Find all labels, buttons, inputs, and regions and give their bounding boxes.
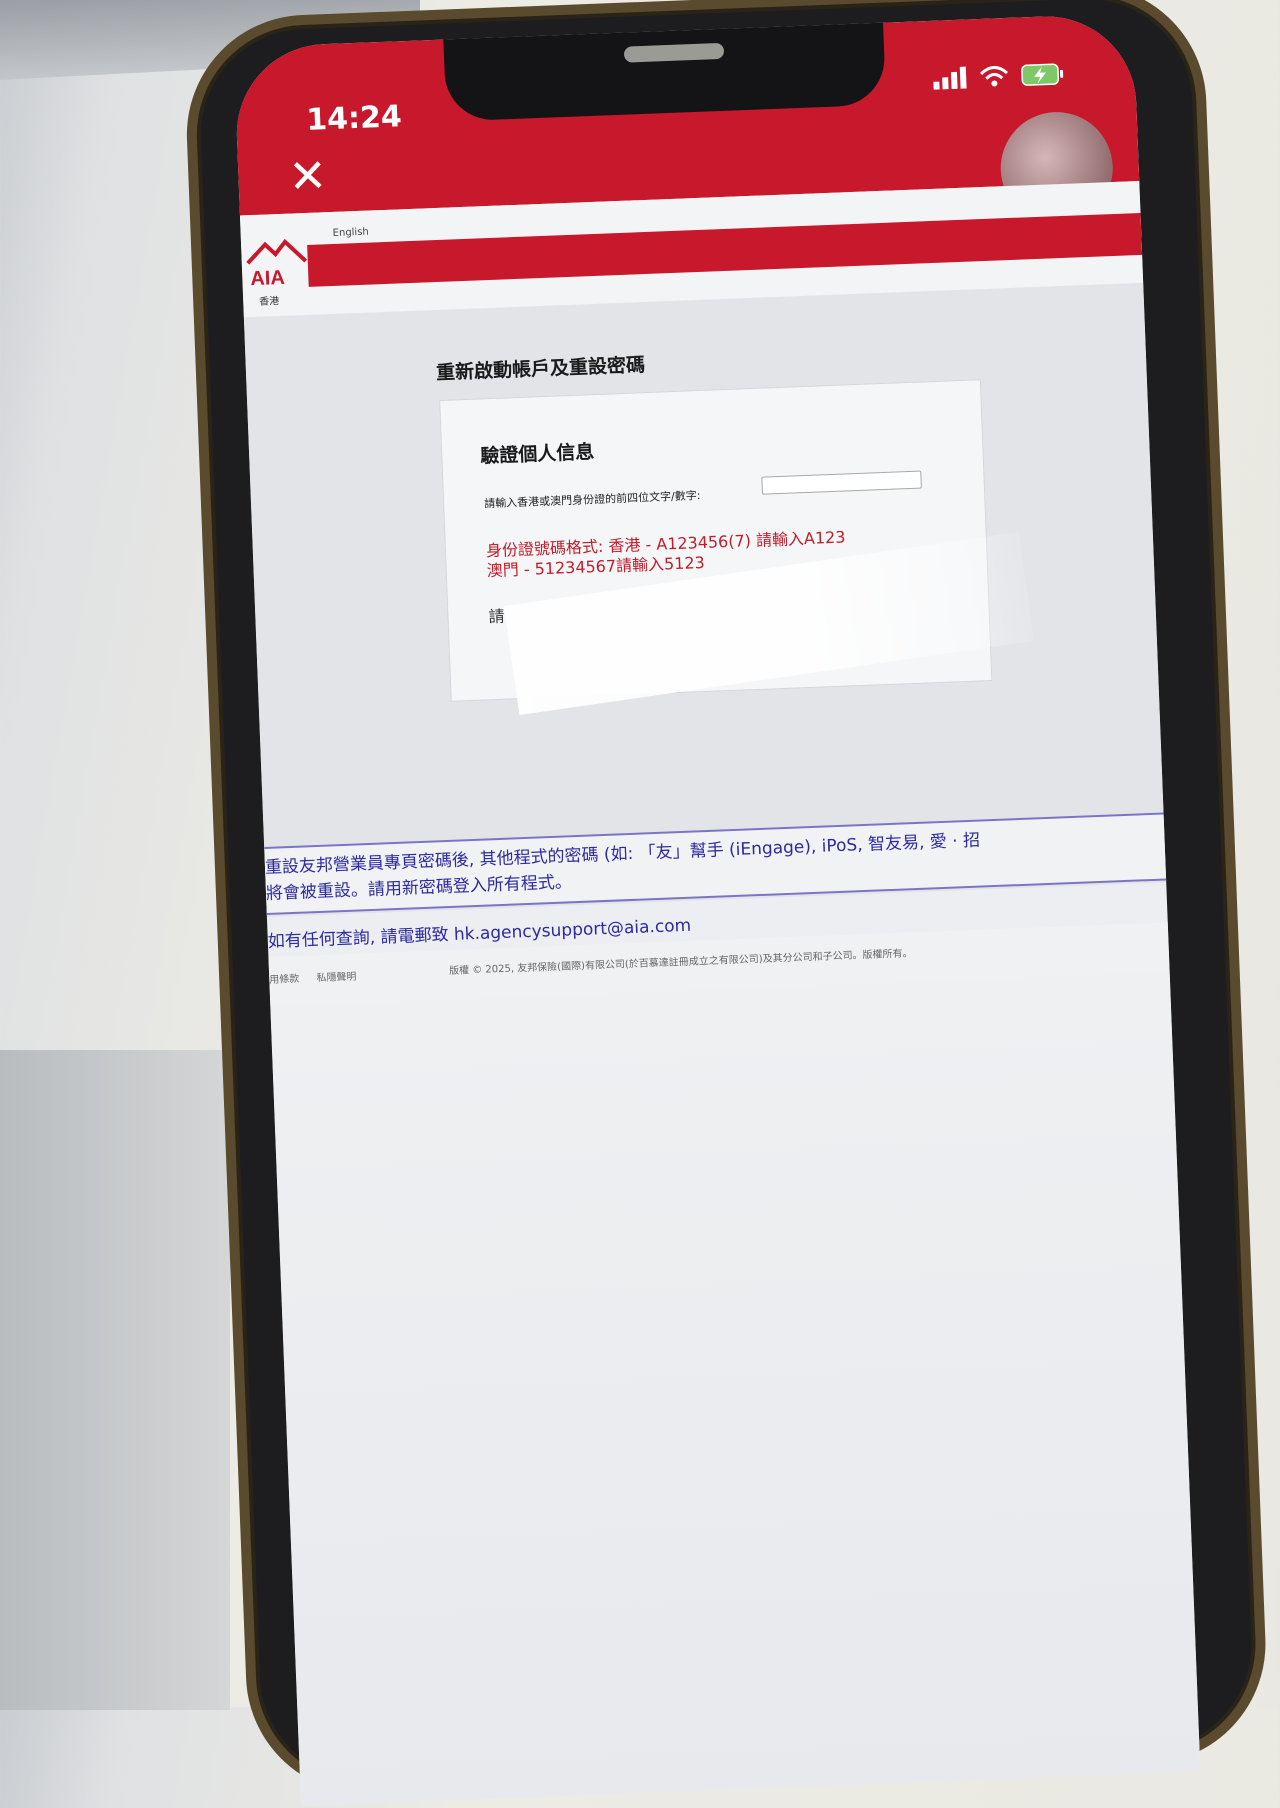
phone-screen: 14:24 ✕ AIA 香港 English 重新啟動帳戶及重設密碼 驗證個人信… (233, 13, 1201, 1807)
phone-speaker (623, 42, 725, 63)
aia-logo[interactable]: AIA (243, 237, 309, 289)
phone-frame: 14:24 ✕ AIA 香港 English 重新啟動帳戶及重設密碼 驗證個人信… (182, 0, 1270, 1807)
background-shadow (0, 1050, 230, 1710)
card-hint-text: 請 (488, 606, 505, 627)
phone-notch (442, 13, 887, 122)
wifi-icon (979, 65, 1009, 87)
status-time: 14:24 (305, 99, 403, 138)
id-prefix-input[interactable] (761, 470, 922, 495)
header-red-band (307, 212, 1143, 287)
verify-card: 驗證個人信息 請輸入香港或澳門身份證的前四位文字/數字: 身份證號碼格式: 香港… (439, 379, 1035, 716)
empty-page-area (270, 972, 1201, 1807)
footer-link-privacy[interactable]: 私隱聲明 (316, 972, 356, 985)
close-icon[interactable]: ✕ (287, 148, 328, 203)
copyright-text: 版權 © 2025, 友邦保險(國際)有限公司(於百慕達註冊成立之有限公司)及其… (448, 948, 913, 978)
footer-links: 用條款 私隱聲明 (269, 967, 371, 986)
page-title: 重新啟動帳戶及重設密碼 (435, 354, 646, 385)
card-title: 驗證個人信息 (479, 441, 595, 468)
status-icons (933, 62, 1066, 91)
footer-link-terms[interactable]: 用條款 (269, 974, 299, 986)
logo-region-label: 香港 (259, 296, 280, 308)
language-link[interactable]: English (332, 227, 369, 239)
id-field-label: 請輸入香港或澳門身份證的前四位文字/數字: (483, 489, 701, 511)
signal-icon (933, 66, 967, 90)
svg-text:AIA: AIA (250, 267, 285, 290)
battery-charging-icon (1021, 63, 1064, 86)
